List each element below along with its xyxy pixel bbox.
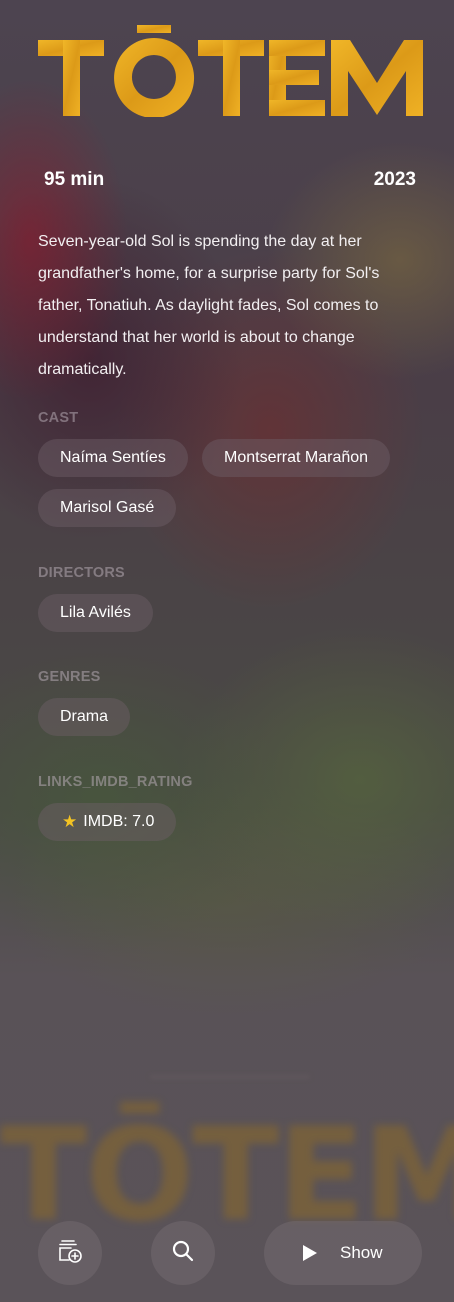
play-icon [302, 1244, 318, 1262]
add-to-watchlist-icon [57, 1238, 83, 1268]
imdb-rating-text: IMDB: 7.0 [83, 813, 155, 830]
directors-heading: DIRECTORS [38, 565, 125, 581]
genres-heading: GENRES [38, 669, 101, 685]
cast-heading: CAST [38, 410, 79, 426]
release-year: 2023 [373, 169, 416, 190]
runtime: 95 min [44, 169, 105, 190]
cast-chip[interactable]: Montserrat Marañon [202, 439, 391, 477]
imdb-rating-chip[interactable]: ★ IMDB: 7.0 [38, 803, 177, 841]
search-button[interactable] [151, 1221, 215, 1285]
movie-title-logo [38, 25, 424, 118]
cast-chip[interactable]: Naíma Sentíes [38, 439, 188, 477]
show-button[interactable]: Show [264, 1221, 422, 1285]
overview-text: Seven-year-old Sol is spending the day a… [38, 233, 380, 378]
director-chip[interactable]: Lila Avilés [38, 594, 153, 632]
genre-chip[interactable]: Drama [38, 698, 131, 736]
cast-chip[interactable]: Marisol Gasé [38, 489, 177, 527]
search-icon [171, 1239, 195, 1267]
rating-heading: LINKS_IMDB_RATING [38, 774, 193, 790]
star-icon: ★ [62, 812, 78, 831]
show-button-label: Show [340, 1243, 383, 1262]
movie-details: 95 min 2023 Seven-year-old Sol is spendi… [0, 0, 454, 1302]
add-to-watchlist-button[interactable] [38, 1221, 102, 1285]
